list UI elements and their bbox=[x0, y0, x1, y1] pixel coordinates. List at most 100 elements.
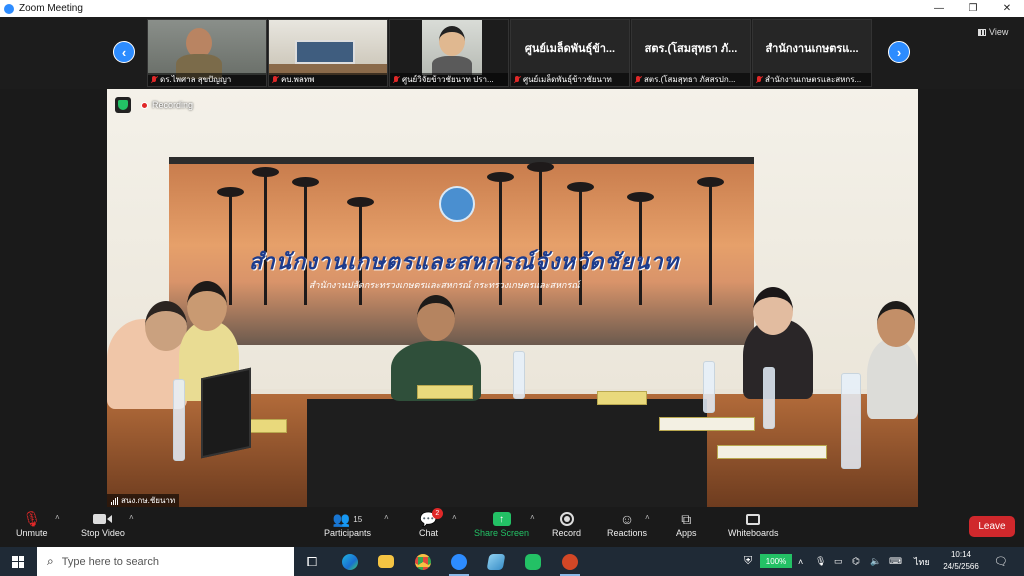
unmute-button[interactable]: 🎙 Unmute bbox=[16, 510, 48, 538]
maximize-button[interactable]: ❐ bbox=[956, 0, 990, 17]
participant-tile[interactable]: สำนักงานเกษตรแ... สำนักงานเกษตรและสหกร..… bbox=[752, 19, 872, 87]
share-screen-button[interactable]: ↑ Share Screen bbox=[474, 510, 529, 538]
mic-muted-icon bbox=[513, 75, 521, 84]
participant-tile[interactable]: สตร.(โสมสุทธา ภั... สตร.(โสมสุทธา ภัสสรป… bbox=[631, 19, 751, 87]
input-language[interactable]: ไทย bbox=[914, 547, 930, 576]
participant-display-name: สำนักงานเกษตรแ... bbox=[765, 42, 859, 55]
unmute-label: Unmute bbox=[16, 528, 48, 538]
signal-bars-icon bbox=[111, 496, 118, 505]
record-button[interactable]: Record bbox=[552, 510, 581, 538]
chat-button[interactable]: 💬 2 Chat bbox=[419, 508, 443, 538]
share-screen-icon: ↑ bbox=[492, 510, 511, 528]
line-app-icon[interactable] bbox=[520, 550, 546, 573]
edge-icon[interactable] bbox=[337, 550, 363, 573]
water-bottle bbox=[703, 361, 715, 413]
mic-muted-icon bbox=[150, 75, 158, 84]
participants-label: Participants bbox=[324, 528, 372, 538]
participant-name-text: ศูนย์วิจัยข้าวชัยนาท ปรา... bbox=[402, 75, 494, 84]
battery-tray-icon[interactable]: ▭ bbox=[834, 547, 843, 576]
notes-app-icon[interactable] bbox=[483, 550, 509, 573]
system-clock[interactable]: 10:14 24/5/2566 bbox=[934, 549, 988, 573]
file-explorer-icon[interactable] bbox=[373, 550, 399, 573]
grid-icon bbox=[978, 28, 986, 36]
stop-video-label: Stop Video bbox=[81, 528, 125, 538]
task-view-icon[interactable]: ⧠ bbox=[299, 550, 325, 573]
water-bottle bbox=[173, 379, 185, 461]
palm-tree bbox=[697, 177, 724, 305]
whiteboards-button[interactable]: Whiteboards bbox=[728, 510, 779, 538]
video-options-caret[interactable]: ˄ bbox=[129, 513, 134, 522]
attendee-head bbox=[753, 287, 793, 335]
attendee-head bbox=[187, 281, 227, 331]
recording-status: Recording bbox=[141, 100, 193, 110]
reactions-button[interactable]: ☺ Reactions bbox=[607, 510, 647, 538]
zoom-icon bbox=[4, 3, 14, 14]
apps-button[interactable]: ⧉ Apps bbox=[676, 510, 697, 539]
leave-button[interactable]: Leave bbox=[969, 516, 1015, 537]
reactions-label: Reactions bbox=[607, 528, 648, 538]
active-speaker-video[interactable]: สำนักงานเกษตรและสหกรณ์จังหวัดชัยนาท สำนั… bbox=[107, 89, 918, 507]
network-tray-icon[interactable]: ⌬ bbox=[852, 547, 860, 576]
chrome-icon[interactable] bbox=[410, 550, 436, 573]
share-options-caret[interactable]: ˄ bbox=[530, 513, 535, 522]
participants-button[interactable]: 👥 15 Participants bbox=[324, 510, 372, 539]
participant-name-text: คบ.พลทพ bbox=[281, 75, 315, 84]
participant-tile[interactable]: ดร.ไพศาล สุขปัญญา bbox=[147, 19, 267, 87]
nameplate bbox=[417, 385, 473, 399]
speaker-name: สนง.กษ.ชัยนาท bbox=[121, 496, 176, 505]
nameplate bbox=[597, 391, 647, 405]
participant-video bbox=[269, 20, 387, 75]
stop-video-button[interactable]: Stop Video bbox=[81, 510, 125, 538]
presenter-head bbox=[417, 295, 455, 341]
participant-name: ศูนย์วิจัยข้าวชัยนาท ปรา... bbox=[390, 73, 508, 86]
nameplate bbox=[717, 445, 827, 459]
title-bar: Zoom Meeting — ❐ ✕ bbox=[0, 0, 1024, 17]
volume-tray-icon[interactable]: 🔈 bbox=[870, 547, 881, 576]
minimize-button[interactable]: — bbox=[922, 0, 956, 17]
powerpoint-icon[interactable] bbox=[557, 550, 583, 576]
participants-options-caret[interactable]: ˄ bbox=[384, 513, 389, 522]
zoom-taskbar-icon[interactable] bbox=[446, 550, 472, 576]
start-button[interactable] bbox=[0, 547, 36, 576]
participant-tile[interactable]: ศูนย์เมล็ดพันธุ์ข้า... ศูนย์เมล็ดพันธุ์ข… bbox=[510, 19, 630, 87]
defender-tray-icon[interactable]: ⛨ bbox=[744, 547, 752, 576]
mic-muted-icon: 🎙 bbox=[22, 511, 42, 528]
reactions-options-caret[interactable]: ˄ bbox=[645, 513, 650, 522]
search-icon: ⌕ bbox=[47, 554, 54, 568]
water-bottle bbox=[513, 351, 525, 399]
microphone-tray-icon[interactable]: 🎙 bbox=[815, 547, 826, 576]
gallery-prev-button[interactable]: ‹ bbox=[113, 41, 135, 63]
palm-tree bbox=[252, 167, 279, 305]
participant-name: สำนักงานเกษตรและสหกร... bbox=[753, 73, 871, 86]
tray-overflow-icon[interactable]: ˄ bbox=[798, 547, 803, 576]
apps-icon: ⧉ bbox=[681, 510, 692, 527]
meeting-toolbar: 🎙 Unmute ˄ Stop Video ˄ 👥 15 Participants… bbox=[0, 507, 1024, 547]
windows-taskbar: ⌕ Type here to search ⧠ ⛨ 100% ˄ 🎙 ▭ ⌬ 🔈… bbox=[0, 547, 1024, 576]
search-placeholder: Type here to search bbox=[61, 555, 159, 568]
gallery-next-button[interactable]: › bbox=[888, 41, 910, 63]
gallery-strip: ‹ ดร.ไพศาล สุขปัญญา คบ.พลทพ ศูนย์วิจัยข้… bbox=[0, 17, 1024, 89]
view-button[interactable]: View bbox=[978, 25, 1008, 39]
participant-video bbox=[422, 20, 482, 75]
nameplate bbox=[659, 417, 755, 431]
keyboard-tray-icon[interactable]: ⌨ bbox=[889, 547, 902, 576]
windows-logo-icon bbox=[12, 555, 24, 568]
participant-name-text: สตร.(โสมสุทธา ภัสสรปก... bbox=[644, 75, 736, 84]
battery-indicator[interactable]: 100% bbox=[760, 554, 792, 568]
notifications-icon[interactable]: 🗨 bbox=[994, 547, 1008, 576]
video-camera-icon bbox=[93, 510, 113, 528]
attendee-head bbox=[877, 301, 915, 347]
record-icon bbox=[559, 510, 574, 528]
close-button[interactable]: ✕ bbox=[990, 0, 1024, 17]
participant-tile[interactable]: คบ.พลทพ bbox=[268, 19, 388, 87]
main-stage: สำนักงานเกษตรและสหกรณ์จังหวัดชัยนาท สำนั… bbox=[0, 89, 1024, 507]
palm-tree bbox=[217, 187, 244, 305]
banner-subtitle: สำนักงานปลัดกระทรวงเกษตรและสหกรณ์ กระทรว… bbox=[309, 280, 580, 290]
chat-options-caret[interactable]: ˄ bbox=[452, 513, 457, 522]
security-shield-icon[interactable] bbox=[115, 97, 131, 113]
participant-display-name: ศูนย์เมล็ดพันธุ์ข้า... bbox=[524, 42, 616, 55]
taskbar-search[interactable]: ⌕ Type here to search bbox=[37, 547, 294, 576]
audio-options-caret[interactable]: ˄ bbox=[55, 513, 60, 522]
participant-tile[interactable]: ศูนย์วิจัยข้าวชัยนาท ปรา... bbox=[389, 19, 509, 87]
recording-dot-icon bbox=[141, 101, 148, 109]
